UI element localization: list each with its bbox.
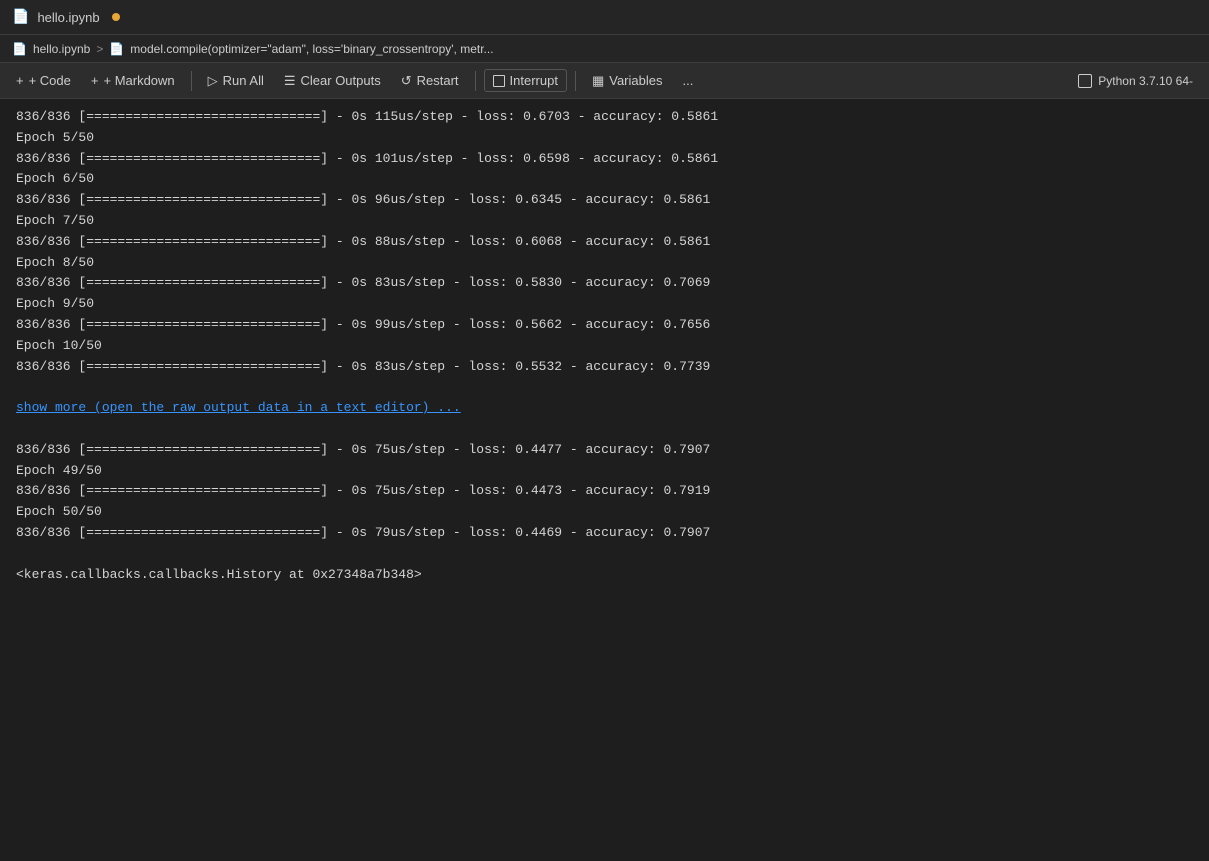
output-line-9: Epoch 9/50 [16,294,1193,315]
run-all-button[interactable]: ▷ Run All [200,69,272,93]
interrupt-icon [493,75,505,87]
more-label: ... [682,73,693,88]
history-line: <keras.callbacks.callbacks.History at 0x… [16,565,1193,586]
toolbar: + + Code + + Markdown ▷ Run All ☰ Clear … [0,63,1209,99]
breadcrumb-file[interactable]: hello.ipynb [33,42,90,56]
kernel-icon [1078,74,1092,88]
add-code-label: + Code [29,73,71,88]
run-all-label: Run All [223,73,264,88]
output-line-7: Epoch 8/50 [16,253,1193,274]
output-line-1: Epoch 5/50 [16,128,1193,149]
output-line-6: 836/836 [==============================]… [16,232,1193,253]
clear-outputs-button[interactable]: ☰ Clear Outputs [276,69,389,93]
output-area: 836/836 [==============================]… [0,99,1209,861]
output-after-4: 836/836 [==============================]… [16,523,1193,544]
variables-icon: ▦ [592,73,604,89]
variables-button[interactable]: ▦ Variables [584,69,671,93]
separator-2 [475,71,476,91]
breadcrumb-cell[interactable]: model.compile(optimizer="adam", loss='bi… [130,42,493,56]
toolbar-right: Python 3.7.10 64- [1070,70,1201,92]
title-bar: 📄 hello.ipynb [0,0,1209,35]
output-line-0: 836/836 [==============================]… [16,107,1193,128]
restart-label: Restart [417,73,459,88]
clear-icon: ☰ [284,73,296,89]
output-line-12: 836/836 [==============================]… [16,357,1193,378]
add-markdown-label: + Markdown [103,73,174,88]
more-button[interactable]: ... [674,69,701,92]
breadcrumb-sep-1: > [96,42,103,56]
output-after-2: 836/836 [==============================]… [16,481,1193,502]
show-more-link[interactable]: show more (open the raw output data in a… [16,398,1193,419]
add-markdown-button[interactable]: + + Markdown [83,69,183,92]
output-line-4: 836/836 [==============================]… [16,190,1193,211]
clear-outputs-label: Clear Outputs [301,73,381,88]
output-line-2: 836/836 [==============================]… [16,149,1193,170]
output-line-8: 836/836 [==============================]… [16,273,1193,294]
breadcrumb-cell-icon: 📄 [109,42,124,56]
kernel-label: Python 3.7.10 64- [1098,74,1193,88]
plus-icon-2: + [91,73,99,88]
interrupt-label: Interrupt [510,73,558,88]
output-line-10: 836/836 [==============================]… [16,315,1193,336]
output-line-5: Epoch 7/50 [16,211,1193,232]
separator-1 [191,71,192,91]
add-code-button[interactable]: + + Code [8,69,79,92]
output-after-3: Epoch 50/50 [16,502,1193,523]
output-after-0: 836/836 [==============================]… [16,440,1193,461]
restart-button[interactable]: ↺ Restart [393,69,467,93]
restart-icon: ↺ [401,73,412,89]
filename: hello.ipynb [37,10,99,25]
file-icon: 📄 [12,9,29,26]
file-icon-small: 📄 [12,42,27,56]
modified-dot [112,13,120,21]
variables-label: Variables [609,73,662,88]
output-line-11: Epoch 10/50 [16,336,1193,357]
plus-icon: + [16,73,24,88]
breadcrumb-bar: 📄 hello.ipynb > 📄 model.compile(optimize… [0,35,1209,63]
output-after-1: Epoch 49/50 [16,461,1193,482]
output-line-3: Epoch 6/50 [16,169,1193,190]
separator-3 [575,71,576,91]
kernel-info[interactable]: Python 3.7.10 64- [1070,70,1201,92]
run-icon: ▷ [208,73,218,89]
interrupt-button[interactable]: Interrupt [484,69,567,92]
